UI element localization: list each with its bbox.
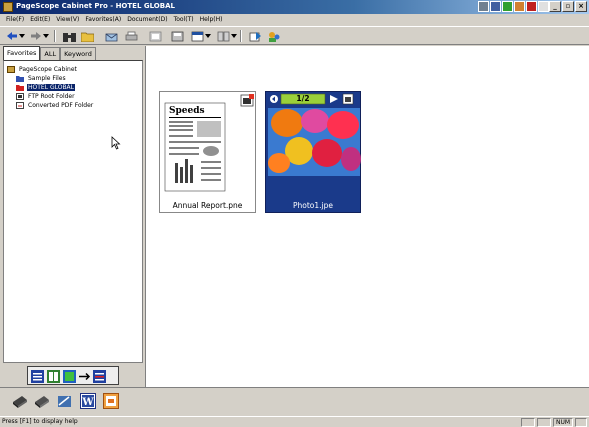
mouse-cursor-icon	[111, 136, 121, 150]
ftp-folder-icon	[16, 93, 24, 100]
document-name-photo1: Photo1.jpe	[292, 201, 333, 210]
close-button[interactable]: ×	[575, 1, 587, 12]
back-dropdown-icon[interactable]	[18, 29, 26, 43]
toolbar-separator	[240, 30, 242, 42]
svg-text:W: W	[81, 397, 94, 408]
convert-view-icon[interactable]	[93, 370, 106, 383]
tree-item-sample-files[interactable]: Sample Files	[16, 74, 67, 83]
status-cell-empty	[575, 418, 587, 427]
tree-item-ftp-root-folder[interactable]: FTP Root Folder	[16, 92, 76, 101]
toolbar	[0, 26, 589, 45]
newspaper-title: Speeds	[169, 106, 205, 116]
window-title: PageScope Cabinet Pro - HOTEL GLOBAL	[16, 2, 175, 10]
mail-icon[interactable]	[104, 29, 119, 43]
status-num-indicator: NUM	[553, 418, 573, 427]
view-switcher	[3, 364, 143, 386]
document-thumbnail-annual-report[interactable]: Speeds Annual Report.pne	[159, 91, 256, 213]
tree-item-label: FTP Root Folder	[28, 93, 75, 100]
maximize-button[interactable]: ▫	[562, 1, 574, 12]
word-icon[interactable]: W	[80, 393, 96, 409]
folder-tree: PageScope Cabinet Sample Files HOTEL GLO…	[3, 60, 143, 363]
layout-icon[interactable]	[216, 29, 231, 43]
window-controls: _ ▫ ×	[549, 1, 587, 12]
menu-bar: File(F) Edit(E) View(V) Favorites(A) Doc…	[0, 14, 589, 25]
document-thumbnail-photo1[interactable]: 1/2 Photo1.jpe	[265, 91, 361, 213]
toolbar-separator	[54, 30, 56, 42]
cabinet-icon	[7, 66, 15, 73]
newspaper-preview: Speeds	[164, 94, 254, 192]
edit-document-icon[interactable]	[240, 94, 254, 107]
tree-item-pagescope-cabinet[interactable]: PageScope Cabinet	[7, 65, 78, 74]
status-cell-empty	[521, 418, 535, 427]
panel-tabs: Favorites ALL Keyword	[3, 46, 96, 60]
menu-view[interactable]: View(V)	[53, 14, 82, 25]
view-icon[interactable]	[190, 29, 205, 43]
view-dropdown-icon[interactable]	[204, 29, 212, 43]
page-nav-prev-icon[interactable]	[270, 95, 278, 103]
print-icon[interactable]	[124, 29, 139, 43]
menu-tool[interactable]: Tool(T)	[171, 14, 197, 25]
tray-orange-icon[interactable]	[514, 1, 525, 12]
scan-icon[interactable]	[148, 29, 163, 43]
folder-red-icon	[16, 85, 24, 91]
fax-icon[interactable]	[57, 393, 73, 409]
save-icon[interactable]	[170, 29, 185, 43]
tray-red-icon[interactable]	[526, 1, 537, 12]
tree-item-hotel-global[interactable]: HOTEL GLOBAL	[16, 83, 76, 92]
arrow-right-icon	[79, 372, 91, 381]
forward-icon[interactable]	[28, 29, 43, 43]
menu-file[interactable]: File(F)	[3, 14, 27, 25]
tray-network-icon[interactable]	[490, 1, 501, 12]
app-icon	[3, 2, 13, 12]
title-bar: PageScope Cabinet Pro - HOTEL GLOBAL _ ▫…	[0, 0, 589, 14]
layout-dropdown-icon[interactable]	[230, 29, 238, 43]
document-name-annual-report: Annual Report.pne	[172, 201, 243, 210]
tab-keyword[interactable]: Keyword	[60, 47, 96, 60]
system-tray	[478, 1, 549, 13]
menu-document[interactable]: Document(D)	[124, 14, 170, 25]
thumbnail-view-icon[interactable]	[63, 370, 76, 383]
photo-preview	[268, 93, 361, 176]
tree-item-label: Converted PDF Folder	[28, 102, 94, 109]
back-icon[interactable]	[4, 29, 19, 43]
tray-monitor-icon[interactable]	[478, 1, 489, 12]
tree-item-label: HOTEL GLOBAL	[27, 84, 76, 91]
tray-green-icon[interactable]	[502, 1, 513, 12]
tree-item-converted-pdf-folder[interactable]: Converted PDF Folder	[16, 101, 94, 110]
tray-settings-icon[interactable]	[538, 1, 549, 12]
folder-blue-icon	[16, 76, 24, 82]
binoculars-icon[interactable]	[62, 29, 77, 43]
left-panel: Favorites ALL Keyword PageScope Cabinet …	[3, 46, 143, 386]
view-switcher-box	[27, 366, 119, 385]
folder-icon[interactable]	[80, 29, 95, 43]
status-bar: Press [F1] to display help NUM	[0, 416, 589, 427]
menu-edit[interactable]: Edit(E)	[27, 14, 53, 25]
export-icon[interactable]	[248, 29, 263, 43]
tree-item-label: PageScope Cabinet	[19, 66, 77, 73]
document-icon[interactable]	[342, 93, 354, 105]
document-view: Speeds Annual Report.pne 1/2 Photo1.jpe	[145, 46, 589, 387]
printer-icon[interactable]	[34, 393, 50, 409]
application-bar: W	[0, 387, 589, 415]
scanner-icon[interactable]	[12, 393, 28, 409]
user-icon[interactable]	[266, 29, 281, 43]
tab-all[interactable]: ALL	[40, 47, 61, 60]
page-indicator: 1/2	[296, 94, 310, 103]
status-text: Press [F1] to display help	[2, 418, 78, 425]
forward-dropdown-icon[interactable]	[42, 29, 50, 43]
pdf-folder-icon	[16, 102, 24, 109]
presentation-icon[interactable]	[103, 393, 119, 409]
list-view-icon[interactable]	[31, 370, 44, 383]
menu-help[interactable]: Help(H)	[197, 14, 226, 25]
page-nav-next-icon[interactable]	[330, 95, 338, 103]
detail-view-icon[interactable]	[47, 370, 60, 383]
minimize-button[interactable]: _	[549, 1, 561, 12]
tree-item-label: Sample Files	[28, 75, 66, 82]
status-cell-empty	[537, 418, 551, 427]
menu-favorites[interactable]: Favorites(A)	[82, 14, 124, 25]
tab-favorites[interactable]: Favorites	[3, 46, 41, 60]
